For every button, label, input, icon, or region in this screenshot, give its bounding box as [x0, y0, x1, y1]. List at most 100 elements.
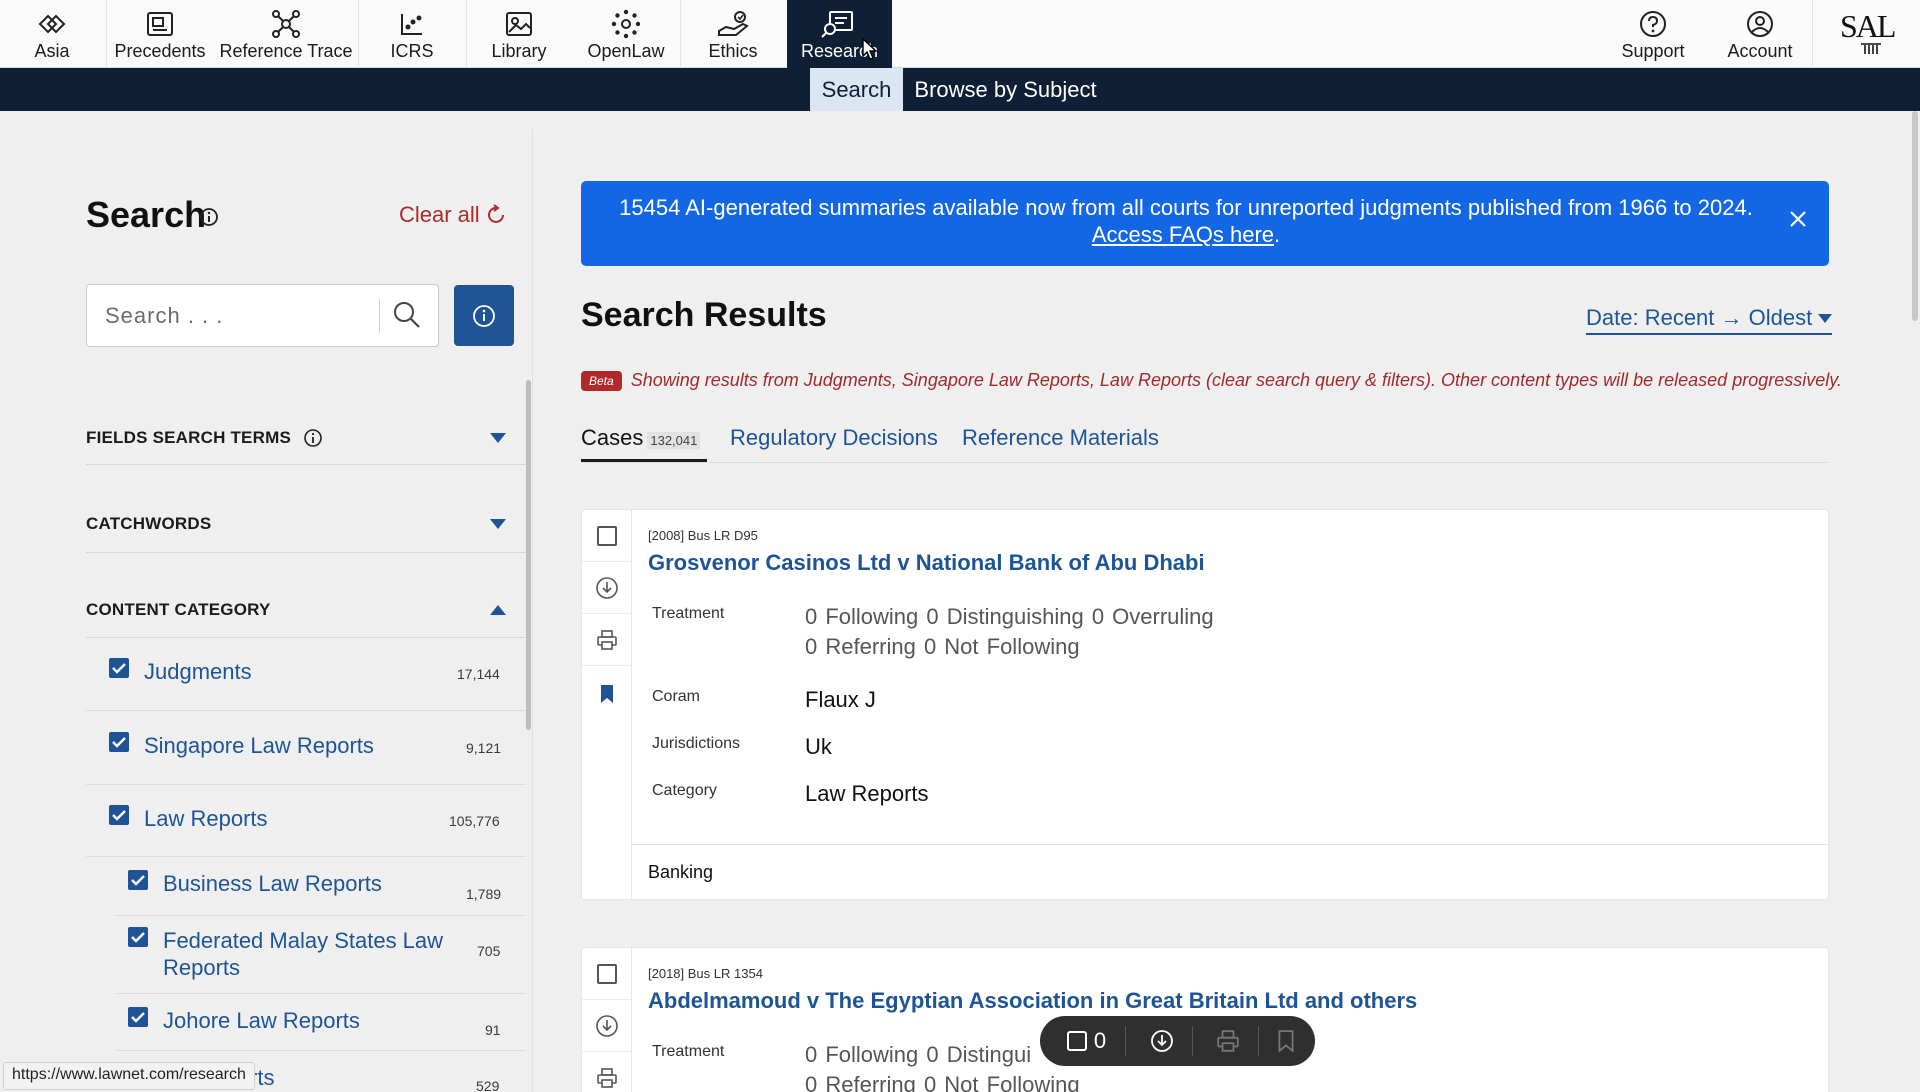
- openlaw-icon: [611, 7, 641, 41]
- nav-account[interactable]: Account: [1715, 0, 1805, 68]
- category-label[interactable]: Judgments: [144, 658, 252, 685]
- checkbox-icon: [1066, 1031, 1087, 1051]
- nav-reference-trace[interactable]: Reference Trace: [218, 0, 354, 68]
- bookmark-button[interactable]: [582, 666, 632, 722]
- case-title-link[interactable]: Abdelmamoud v The Egyptian Association i…: [648, 988, 1417, 1014]
- subcategory-label[interactable]: Federated Malay States Law Reports: [163, 927, 443, 981]
- banner-link-suffix: .: [1274, 222, 1281, 247]
- treatment-line2: 0 Referring 0 Not Following: [805, 1072, 1080, 1092]
- checkbox-checked[interactable]: [109, 732, 129, 752]
- info-icon[interactable]: [303, 428, 323, 448]
- bulk-print-button[interactable]: [1198, 1016, 1258, 1066]
- check-icon: [131, 932, 145, 943]
- treatment-line1: 0 Following 0 Distinguishing 0 Overrulin…: [805, 604, 1214, 629]
- print-icon: [1217, 1030, 1239, 1052]
- row-divider: [116, 915, 526, 916]
- tab-regulatory-decisions[interactable]: Regulatory Decisions: [730, 425, 938, 451]
- row-divider: [86, 710, 526, 711]
- bookmark-icon: [601, 685, 613, 703]
- close-icon[interactable]: [1787, 208, 1809, 230]
- subtab-search[interactable]: Search: [810, 68, 903, 111]
- category-judgments[interactable]: Judgments: [109, 658, 252, 685]
- jurisdictions-label: Jurisdictions: [652, 735, 741, 752]
- search-icon[interactable]: [392, 300, 422, 330]
- checkbox-checked[interactable]: [109, 658, 129, 678]
- nav-precedents[interactable]: Precedents: [110, 0, 210, 68]
- select-checkbox[interactable]: [582, 510, 632, 562]
- check-icon: [112, 663, 126, 674]
- nav-ethics[interactable]: Ethics: [684, 0, 782, 68]
- select-checkbox[interactable]: [582, 948, 632, 1000]
- checkbox-checked[interactable]: [128, 870, 148, 890]
- category-value: Law Reports: [805, 781, 929, 806]
- category-label[interactable]: Singapore Law Reports: [144, 732, 374, 759]
- bulk-download-button[interactable]: [1132, 1016, 1192, 1066]
- category-count: 9,121: [466, 740, 502, 756]
- subcategory-johore-law-reports[interactable]: Johore Law Reports: [128, 1007, 360, 1034]
- clear-all-button[interactable]: Clear all: [399, 202, 508, 228]
- filter-catchwords-label: CATCHWORDS: [86, 514, 212, 533]
- subcategory-federated-malay-states-law-reports[interactable]: Federated Malay States Law Reports: [128, 927, 443, 981]
- nav-openlaw-label: OpenLaw: [587, 41, 665, 61]
- print-button[interactable]: [582, 614, 632, 666]
- nav-support-label: Support: [1621, 41, 1685, 61]
- bulk-bookmark-button[interactable]: [1264, 1016, 1308, 1066]
- page-scrollbar[interactable]: [1912, 111, 1918, 321]
- subcategory-label[interactable]: Johore Law Reports: [163, 1007, 360, 1034]
- download-icon: [596, 1014, 618, 1037]
- nav-openlaw[interactable]: OpenLaw: [576, 0, 676, 68]
- category-label[interactable]: Law Reports: [144, 805, 268, 832]
- info-icon[interactable]: [199, 207, 219, 227]
- search-info-button[interactable]: [454, 285, 514, 346]
- nav-research[interactable]: Research: [787, 0, 892, 68]
- case-title-link[interactable]: Grosvenor Casinos Ltd v National Bank of…: [648, 550, 1205, 576]
- selected-count-button[interactable]: 0: [1056, 1016, 1116, 1066]
- category-law-reports[interactable]: Law Reports: [109, 805, 268, 832]
- access-faqs-link[interactable]: Access FAQs here: [1092, 222, 1274, 247]
- subcategory-label[interactable]: Business Law Reports: [163, 870, 382, 897]
- filter-divider: [86, 552, 526, 553]
- nav-asia[interactable]: Asia: [10, 0, 94, 68]
- filter-content-category[interactable]: CONTENT CATEGORY: [86, 590, 506, 630]
- download-button[interactable]: [582, 1000, 632, 1052]
- subcategory-count: 1,789: [466, 886, 502, 902]
- filter-catchwords[interactable]: CATCHWORDS: [86, 504, 506, 544]
- category-singapore-law-reports[interactable]: Singapore Law Reports: [109, 732, 374, 759]
- checkbox-unchecked[interactable]: [597, 525, 617, 546]
- checkbox-unchecked[interactable]: [597, 963, 617, 984]
- nav-icrs[interactable]: ICRS: [362, 0, 462, 68]
- nav-support[interactable]: Support: [1608, 0, 1698, 68]
- nav-library[interactable]: Library: [470, 0, 568, 68]
- checkbox-checked[interactable]: [109, 805, 129, 825]
- sort-dropdown[interactable]: Date: Recent → Oldest: [1586, 305, 1833, 335]
- check-icon: [131, 1012, 145, 1023]
- research-icon: [820, 7, 860, 41]
- bar-separator: [1125, 1026, 1126, 1056]
- beta-notice: Beta Showing results from Judgments, Sin…: [581, 370, 1842, 391]
- treatment-label: Treatment: [652, 605, 725, 622]
- check-icon: [131, 875, 145, 886]
- icrs-icon: [398, 7, 426, 41]
- subtab-browse-by-subject[interactable]: Browse by Subject: [903, 68, 1108, 111]
- nav-precedents-label: Precedents: [114, 41, 206, 61]
- checkbox-checked[interactable]: [128, 927, 148, 947]
- subcategory-business-law-reports[interactable]: Business Law Reports: [128, 870, 382, 897]
- tab-cases-count: 132,041: [647, 432, 701, 449]
- download-button[interactable]: [582, 562, 632, 614]
- pillars-icon: [1861, 43, 1881, 54]
- tab-reference-materials[interactable]: Reference Materials: [962, 425, 1159, 451]
- category-label: Category: [652, 782, 717, 799]
- filter-fields-search-terms[interactable]: FIELDS SEARCH TERMS: [86, 418, 506, 458]
- asia-icon: [36, 7, 68, 41]
- top-navigation: Asia Precedents Reference Trace ICRS Lib…: [0, 0, 1920, 68]
- print-button[interactable]: [582, 1052, 632, 1092]
- treatment-label: Treatment: [652, 1043, 725, 1060]
- ethics-icon: [716, 7, 750, 41]
- sidebar-scrollbar[interactable]: [526, 380, 531, 730]
- sal-logo[interactable]: SAL: [1840, 8, 1900, 58]
- treatment-line2: 0 Referring 0 Not Following: [805, 634, 1080, 659]
- tab-cases[interactable]: Cases 132,041: [581, 425, 701, 451]
- search-input[interactable]: [105, 299, 355, 333]
- checkbox-checked[interactable]: [128, 1007, 148, 1027]
- nav-icrs-label: ICRS: [390, 41, 434, 61]
